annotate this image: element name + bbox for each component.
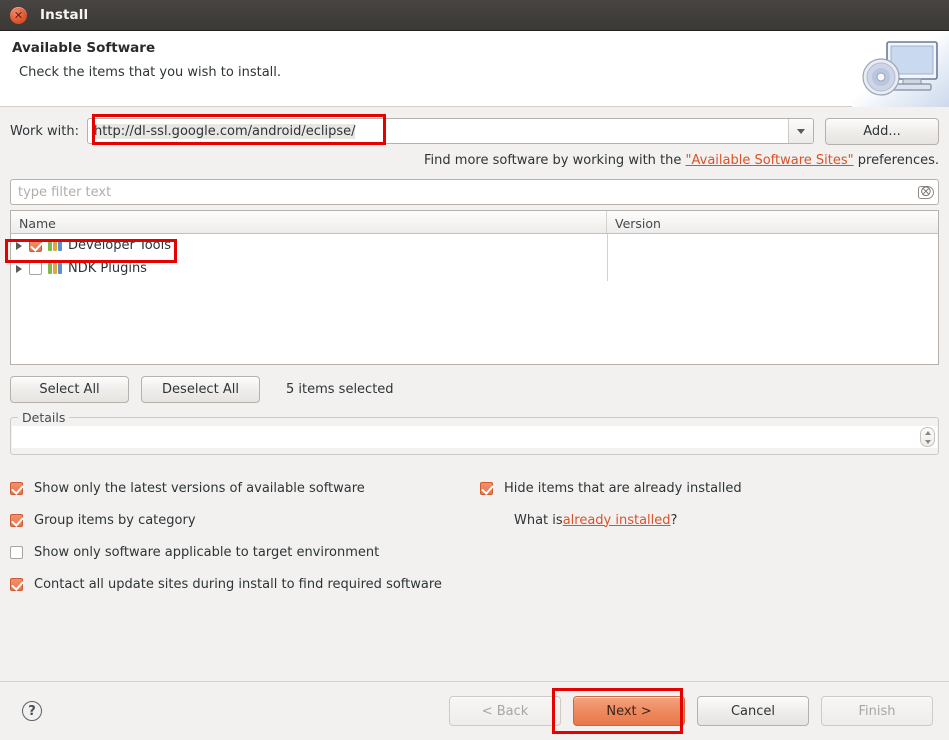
category-icon — [48, 240, 62, 251]
selection-row: Select All Deselect All 5 items selected — [10, 375, 939, 403]
work-with-label: Work with: — [10, 123, 80, 139]
work-with-input[interactable]: http://dl-ssl.google.com/android/eclipse… — [88, 123, 788, 139]
close-icon[interactable]: ✕ — [10, 6, 27, 24]
option-label: Contact all update sites during install … — [34, 576, 442, 592]
already-installed-link[interactable]: already installed — [563, 513, 671, 528]
page-subtitle: Check the items that you wish to install… — [19, 65, 282, 80]
option-latest-versions[interactable]: Show only the latest versions of availab… — [10, 472, 480, 504]
table-header: Name Version — [11, 211, 938, 234]
option-label: Hide items that are already installed — [504, 480, 742, 496]
cancel-button[interactable]: Cancel — [697, 696, 809, 726]
expand-arrow-icon[interactable] — [16, 264, 22, 273]
option-checkbox[interactable] — [10, 481, 23, 495]
work-with-row: Work with: http://dl-ssl.google.com/andr… — [10, 117, 939, 145]
table-row[interactable]: NDK Plugins — [11, 257, 938, 280]
expand-arrow-icon[interactable] — [16, 241, 22, 250]
option-label: Show only the latest versions of availab… — [34, 480, 365, 496]
install-monitor-cd-icon — [852, 31, 949, 107]
items-selected-status: 5 items selected — [286, 381, 394, 397]
option-checkbox[interactable] — [10, 545, 23, 559]
row-checkbox[interactable] — [29, 239, 42, 252]
page-title: Available Software — [12, 40, 156, 56]
add-button[interactable]: Add... — [825, 117, 939, 145]
what-is-installed-line: What is already installed? — [514, 504, 742, 536]
option-hide-installed[interactable]: Hide items that are already installed — [480, 472, 742, 504]
details-group: Details — [10, 410, 939, 455]
scroll-down-icon[interactable] — [924, 439, 931, 444]
option-label: Show only software applicable to target … — [34, 544, 380, 560]
back-button[interactable]: < Back — [449, 696, 561, 726]
what-is-prefix: What is — [514, 512, 563, 528]
dialog-banner: Available Software Check the items that … — [0, 31, 949, 107]
dialog-footer: ? < Back Next > Cancel Finish — [0, 681, 949, 740]
column-divider — [607, 234, 608, 281]
available-software-sites-link[interactable]: "Available Software Sites" — [686, 153, 854, 168]
available-sites-hint: Find more software by working with the "… — [10, 153, 939, 168]
hint-suffix: preferences. — [853, 153, 939, 168]
scroll-up-icon[interactable] — [924, 430, 931, 435]
table-row[interactable]: Developer Tools — [11, 234, 938, 257]
options-left-column: Show only the latest versions of availab… — [10, 472, 480, 600]
window-title: Install — [40, 7, 89, 23]
install-dialog: ✕ Install Available Software Check the i… — [0, 0, 949, 740]
option-applicable-target[interactable]: Show only software applicable to target … — [10, 536, 480, 568]
options-right-column: Hide items that are already installed Wh… — [480, 472, 742, 536]
help-icon[interactable]: ? — [22, 701, 42, 721]
software-table: Name Version Developer Tools NDK Plugins — [10, 210, 939, 365]
column-header-version[interactable]: Version — [607, 211, 938, 233]
option-checkbox[interactable] — [10, 513, 23, 527]
hint-prefix: Find more software by working with the — [424, 153, 686, 168]
option-contact-update-sites[interactable]: Contact all update sites during install … — [10, 568, 480, 600]
details-legend: Details — [18, 410, 70, 425]
category-icon — [48, 263, 62, 274]
table-body: Developer Tools NDK Plugins — [11, 234, 938, 364]
title-bar: ✕ Install — [0, 0, 949, 31]
row-checkbox[interactable] — [29, 262, 42, 275]
finish-button[interactable]: Finish — [821, 696, 933, 726]
details-text-area[interactable] — [12, 426, 937, 448]
details-scrollbar[interactable] — [920, 427, 935, 447]
option-checkbox[interactable] — [10, 577, 23, 591]
row-label: Developer Tools — [68, 238, 172, 253]
next-button[interactable]: Next > — [573, 696, 685, 726]
row-label: NDK Plugins — [68, 261, 147, 276]
dialog-body: Work with: http://dl-ssl.google.com/andr… — [0, 107, 949, 681]
option-group-by-category[interactable]: Group items by category — [10, 504, 480, 536]
column-header-name[interactable]: Name — [11, 211, 607, 233]
option-label: Group items by category — [34, 512, 196, 528]
chevron-down-icon[interactable] — [788, 119, 813, 143]
option-checkbox[interactable] — [480, 481, 493, 495]
select-all-button[interactable]: Select All — [10, 375, 129, 403]
filter-field[interactable]: type filter text ⨂ — [10, 179, 939, 205]
options-section: Show only the latest versions of availab… — [10, 472, 939, 600]
footer-buttons: < Back Next > Cancel Finish — [449, 696, 933, 726]
deselect-all-button[interactable]: Deselect All — [141, 375, 260, 403]
what-is-suffix: ? — [670, 512, 678, 528]
work-with-combo[interactable]: http://dl-ssl.google.com/android/eclipse… — [87, 118, 814, 144]
filter-placeholder[interactable]: type filter text — [18, 185, 918, 200]
work-with-value: http://dl-ssl.google.com/android/eclipse… — [94, 123, 356, 139]
clear-text-icon[interactable]: ⨂ — [918, 185, 934, 199]
